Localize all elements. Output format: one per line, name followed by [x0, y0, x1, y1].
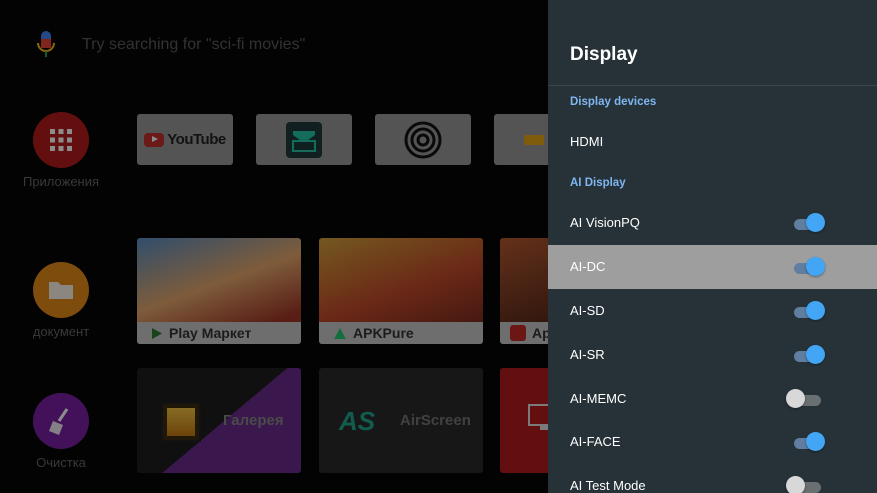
setting-row-ai-test-mode[interactable]: AI Test Mode [548, 464, 877, 493]
toggle-switch[interactable] [786, 476, 823, 493]
partial-app-tile[interactable] [494, 114, 548, 165]
toggle-thumb [786, 389, 805, 408]
setting-label: AI-SD [570, 303, 605, 318]
setting-label: AI-DC [570, 259, 606, 274]
mic-icon[interactable] [34, 30, 58, 60]
partial-big-tile[interactable]: Ap [500, 238, 548, 344]
airscreen-tile[interactable]: AS AirScreen [319, 368, 483, 473]
toggle-thumb [806, 301, 825, 320]
display-settings-panel: Display Display devices HDMI AI Display … [548, 0, 877, 493]
cast-screen-icon [528, 404, 548, 430]
side-app-label: документ [32, 324, 90, 339]
setting-row-ai-memc[interactable]: AI-MEMC [548, 377, 877, 421]
toggle-switch[interactable] [791, 213, 825, 232]
setting-label: AI VisionPQ [570, 215, 640, 230]
toggle-switch[interactable] [791, 257, 825, 276]
panel-title: Display [570, 44, 638, 65]
toggle-thumb [786, 476, 805, 493]
video-app-icon [510, 325, 526, 341]
toggle-switch[interactable] [791, 345, 825, 364]
apkpure-tile[interactable]: APKPure [319, 238, 483, 344]
setting-label: AI-FACE [570, 434, 621, 449]
airscreen-icon: AS [339, 406, 376, 436]
setting-label: AI Test Mode [570, 478, 646, 493]
folder-icon [33, 262, 89, 318]
side-app-documents[interactable]: документ [14, 262, 108, 339]
side-app-apps[interactable]: Приложения [14, 112, 108, 189]
launcher-home: Try searching for "sci-fi movies" Прилож… [0, 0, 548, 493]
side-app-cleaner[interactable]: Очистка [14, 393, 108, 470]
broom-icon [33, 393, 89, 449]
toggle-thumb [806, 345, 825, 364]
media-app-tile[interactable] [256, 114, 352, 165]
toggle-thumb [806, 432, 825, 451]
apkpure-banner: APKPure [319, 322, 483, 344]
grid-icon [33, 112, 89, 168]
toggle-switch[interactable] [786, 389, 823, 408]
side-app-label: Очистка [36, 455, 86, 470]
partial-big-banner: Ap [500, 322, 548, 344]
youtube-play-icon [144, 132, 165, 147]
toggle-thumb [806, 213, 825, 232]
airscreen-label: AirScreen [400, 412, 471, 429]
hdmi-label: HDMI [570, 134, 604, 149]
spiral-app-icon [404, 121, 442, 158]
youtube-logo: YouTube [144, 131, 226, 148]
partial-app-tile-red[interactable] [500, 368, 548, 473]
partial-app-icon [524, 134, 544, 145]
search-placeholder[interactable]: Try searching for "sci-fi movies" [82, 36, 305, 54]
side-app-label: Приложения [22, 174, 100, 189]
hdmi-row[interactable]: HDMI [548, 120, 877, 164]
setting-row-ai-face[interactable]: AI-FACE [548, 420, 877, 464]
toggle-switch[interactable] [791, 432, 825, 451]
gallery-label: Галерея [223, 412, 284, 429]
section-ai-display: AI Display [570, 177, 626, 189]
setting-label: AI-MEMC [570, 391, 627, 406]
apkpure-icon [334, 327, 346, 339]
setting-row-ai-sr[interactable]: AI-SR [548, 333, 877, 377]
gallery-tile[interactable]: Галерея [137, 368, 301, 473]
youtube-tile[interactable]: YouTube [137, 114, 233, 165]
media-app-icon [286, 121, 322, 158]
toggle-thumb [806, 257, 825, 276]
section-display-devices: Display devices [570, 96, 657, 108]
toggle-switch[interactable] [791, 301, 825, 320]
spiral-app-tile[interactable] [375, 114, 471, 165]
setting-row-ai-dc[interactable]: AI-DC [548, 245, 877, 289]
setting-row-ai-sd[interactable]: AI-SD [548, 289, 877, 333]
setting-label: AI-SR [570, 347, 605, 362]
gallery-icon [161, 402, 201, 442]
setting-row-ai-visionpq[interactable]: AI VisionPQ [548, 201, 877, 245]
panel-divider [548, 85, 877, 86]
play-market-tile[interactable]: Play Маркет [137, 238, 301, 344]
play-store-icon [152, 327, 162, 339]
play-market-banner: Play Маркет [137, 322, 301, 344]
